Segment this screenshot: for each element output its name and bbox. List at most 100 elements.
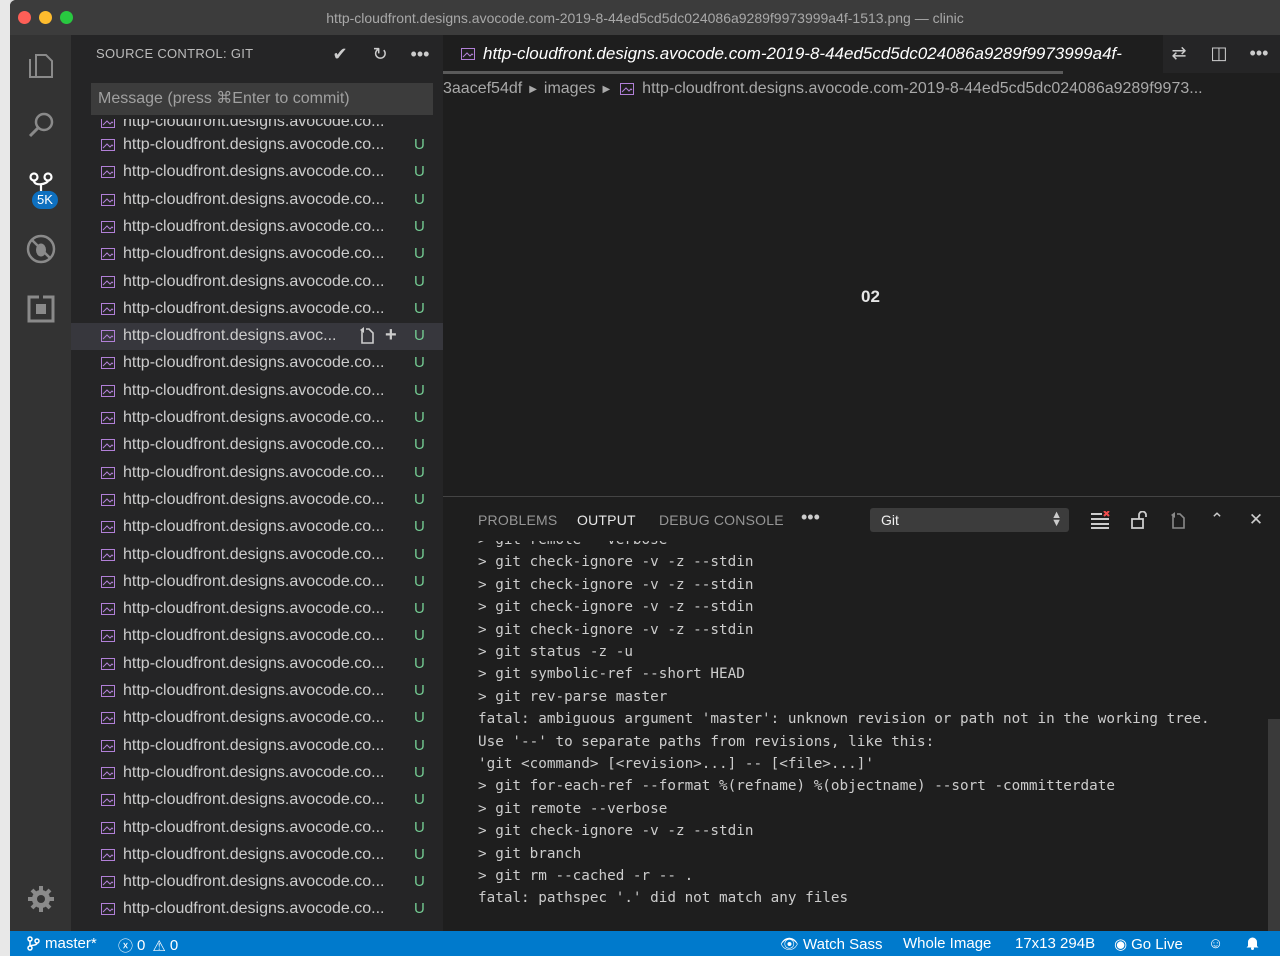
editor-area: http-cloudfront.designs.avocode.com-2019…	[443, 35, 1280, 496]
list-item[interactable]: http-cloudfront.designs.avocode.co... U	[71, 405, 443, 432]
output-line: > git for-each-ref --format %(refname) %…	[478, 778, 1115, 795]
problems-status[interactable]: ⓧ 0 ⚠ 0	[118, 935, 178, 956]
list-item[interactable]: http-cloudfront.designs.avocode.co... U	[71, 596, 443, 623]
list-item[interactable]: http-cloudfront.designs.avocode.co... U	[71, 514, 443, 541]
list-item[interactable]: http-cloudfront.designs.avocode.co... U	[71, 296, 443, 323]
file-name: http-cloudfront.designs.avocode.co...	[123, 381, 385, 399]
list-item[interactable]: http-cloudfront.designs.avocode.co... U	[71, 760, 443, 787]
search-activity[interactable]	[10, 97, 71, 153]
list-item[interactable]: http-cloudfront.designs.avocode.co... U	[71, 487, 443, 514]
list-item[interactable]: http-cloudfront.designs.avocode.co... U	[71, 869, 443, 896]
list-item[interactable]: http-cloudfront.designs.avocode.co... U	[71, 132, 443, 159]
list-item[interactable]: http-cloudfront.designs.avocode.co... U	[71, 460, 443, 487]
list-item[interactable]: http-cloudfront.designs.avocode.co... U	[71, 842, 443, 869]
maximize-panel-icon[interactable]: ⌃	[1206, 509, 1228, 531]
list-item[interactable]: http-cloudfront.designs.avocode.co... U	[71, 159, 443, 186]
source-control-activity[interactable]: 5K	[10, 157, 71, 213]
list-item[interactable]: http-cloudfront.designs.avocode.co... U	[71, 542, 443, 569]
tab-debug-console[interactable]: DEBUG CONSOLE	[659, 512, 784, 528]
status-bar: master* ⓧ 0 ⚠ 0 👁 Watch Sass Whole Image…	[10, 931, 1280, 956]
editor-tab[interactable]: http-cloudfront.designs.avocode.com-2019…	[443, 35, 1163, 73]
list-item[interactable]: http-cloudfront.designs.avocode.co... U	[71, 733, 443, 760]
list-item[interactable]: http-cloudfront.designs.avocode.co... U	[71, 651, 443, 678]
explorer-activity[interactable]	[10, 37, 71, 93]
file-name: http-cloudfront.designs.avocode.co...	[123, 600, 385, 618]
list-item[interactable]: http-cloudfront.designs.avoc... + U	[71, 323, 443, 351]
breadcrumb-segment[interactable]: http-cloudfront.designs.avocode.com-2019…	[642, 80, 1202, 98]
desktop-background	[0, 0, 10, 956]
commit-message-input[interactable]	[92, 84, 432, 114]
go-live-status[interactable]: ◉ Go Live	[1114, 935, 1183, 954]
untracked-status: U	[414, 545, 425, 563]
image-file-icon	[101, 193, 115, 206]
list-item[interactable]: http-cloudfront.designs.avocode.co... U	[71, 787, 443, 814]
list-item[interactable]: http-cloudfront.designs.avocode.co... U	[71, 678, 443, 705]
image-file-icon	[101, 220, 115, 233]
file-name: http-cloudfront.designs.avocode.co...	[123, 217, 385, 235]
list-item[interactable]: http-cloudfront.designs.avocode.co... U	[71, 241, 443, 268]
list-item[interactable]: http-cloudfront.designs.avocode.co... U	[71, 378, 443, 405]
close-panel-icon[interactable]: ✕	[1245, 509, 1267, 531]
sidebar-header: SOURCE CONTROL: GIT ✔ ↻ •••	[71, 35, 443, 73]
image-file-icon	[101, 903, 115, 916]
split-editor-icon[interactable]: ◫	[1208, 41, 1230, 65]
panel-more-icon[interactable]: •••	[801, 507, 820, 528]
untracked-status: U	[414, 845, 425, 863]
list-item[interactable]: http-cloudfront.designs.avocode.co... U	[71, 269, 443, 296]
breadcrumb-segment[interactable]: images	[544, 80, 596, 98]
maximize-window-button[interactable]	[60, 11, 73, 24]
list-item[interactable]: http-cloudfront.designs.avocode.co... U	[71, 350, 443, 377]
list-item[interactable]: http-cloudfront.designs.avocode.co... U	[71, 896, 443, 923]
git-branch-icon	[27, 936, 40, 951]
output-channel-select[interactable]: Git ▲ ▼	[870, 508, 1069, 532]
untracked-status: U	[414, 518, 425, 536]
files-icon	[28, 54, 53, 78]
lock-scroll-icon[interactable]	[1128, 509, 1150, 531]
feedback-status[interactable]: ☺	[1208, 935, 1223, 952]
vscode-window: http-cloudfront.designs.avocode.com-2019…	[10, 0, 1280, 956]
image-file-icon	[101, 657, 115, 670]
open-log-file-icon[interactable]	[1167, 509, 1189, 531]
extensions-activity[interactable]	[10, 281, 71, 337]
branch-status[interactable]: master*	[26, 935, 97, 952]
more-actions-icon[interactable]: •••	[407, 41, 433, 67]
manage-activity[interactable]	[10, 871, 71, 927]
debug-icon	[26, 234, 55, 264]
output-view[interactable]: > git remote --verbose > git check-ignore…	[478, 541, 1268, 932]
tab-output[interactable]: OUTPUT	[577, 512, 636, 528]
list-item[interactable]: http-cloudfront.designs.avocode.co... U	[71, 815, 443, 842]
close-window-button[interactable]	[18, 11, 31, 24]
output-line: fatal: ambiguous argument 'master': unkn…	[478, 711, 1210, 728]
image-file-icon	[101, 275, 115, 288]
untracked-status: U	[414, 463, 425, 481]
open-file-icon[interactable]	[359, 326, 375, 347]
list-item[interactable]: http-cloudfront.designs.avocode.co... U	[71, 432, 443, 459]
debug-activity[interactable]	[10, 221, 71, 277]
list-item[interactable]: http-cloudfront.designs.avocode.co... U	[71, 187, 443, 214]
untracked-status: U	[414, 136, 425, 153]
watch-sass-status[interactable]: 👁 Watch Sass	[780, 935, 883, 954]
more-actions-icon[interactable]: •••	[1248, 41, 1270, 65]
file-name: http-cloudfront.designs.avocode.co...	[123, 791, 385, 809]
minimize-window-button[interactable]	[39, 11, 52, 24]
stage-change-icon[interactable]: +	[385, 325, 397, 347]
tab-scrollbar[interactable]	[443, 71, 1063, 74]
clear-output-icon[interactable]	[1089, 509, 1111, 531]
tab-label: http-cloudfront.designs.avocode.com-2019…	[483, 44, 1122, 63]
zoom-status[interactable]: Whole Image	[903, 935, 991, 952]
file-name: http-cloudfront.designs.avocode.co...	[123, 409, 385, 426]
breadcrumb-segment[interactable]: 3aacef54df	[443, 80, 522, 98]
list-item[interactable]: http-cloudfront.designs.avocode.co... U	[71, 569, 443, 596]
output-scrollbar[interactable]	[1268, 719, 1280, 932]
list-item[interactable]: http-cloudfront.designs.avocode.co... U	[71, 623, 443, 650]
tab-problems[interactable]: PROBLEMS	[478, 512, 557, 528]
open-changes-icon[interactable]: ⇄	[1168, 41, 1190, 65]
commit-check-icon[interactable]: ✔	[327, 41, 353, 67]
notifications-status[interactable]	[1245, 935, 1260, 950]
refresh-icon[interactable]: ↻	[367, 41, 393, 67]
list-item[interactable]: http-cloudfront.designs.avocode.co... U	[71, 705, 443, 732]
output-line: 'git <command> [<revision>...] -- [<file…	[478, 756, 874, 772]
untracked-status: U	[414, 600, 425, 618]
file-name: http-cloudfront.designs.avocode.co...	[123, 245, 385, 263]
list-item[interactable]: http-cloudfront.designs.avocode.co... U	[71, 214, 443, 241]
